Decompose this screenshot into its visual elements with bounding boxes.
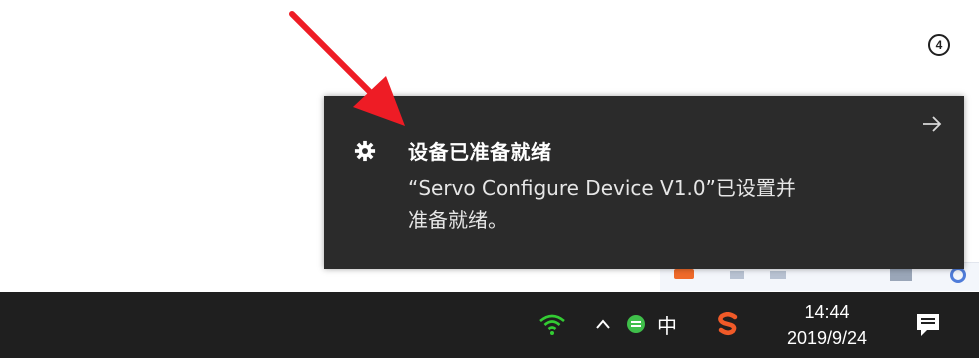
gear-icon <box>354 140 376 162</box>
background-window-fragment <box>730 271 744 279</box>
notification-body: “Servo Configure Device V1.0”已设置并 准备就绪。 <box>408 172 908 236</box>
taskbar: 中 14:44 2019/9/24 <box>0 292 979 358</box>
background-window-fragment <box>770 271 786 279</box>
action-center-icon[interactable] <box>914 310 946 342</box>
background-window-fragment <box>950 267 966 283</box>
clock-date: 2019/9/24 <box>786 328 868 348</box>
wifi-icon[interactable] <box>536 310 568 338</box>
chevron-up-icon[interactable] <box>592 310 614 338</box>
sogou-icon[interactable] <box>715 310 741 338</box>
arrow-right-icon[interactable] <box>922 116 942 132</box>
desktop-screen: 设备已准备就绪 “Servo Configure Device V1.0”已设置… <box>0 0 979 358</box>
background-window-fragment <box>890 269 912 281</box>
taskbar-clock[interactable]: 14:44 2019/9/24 <box>778 300 876 352</box>
notification-count-badge: 4 <box>928 34 950 56</box>
clock-time: 14:44 <box>804 302 850 322</box>
green-ball-icon[interactable] <box>624 310 648 338</box>
notification-toast[interactable]: 设备已准备就绪 “Servo Configure Device V1.0”已设置… <box>324 96 964 269</box>
notification-title: 设备已准备就绪 <box>408 140 552 164</box>
notification-body-line: 准备就绪。 <box>408 208 508 232</box>
notification-body-line: “Servo Configure Device V1.0”已设置并 <box>408 176 796 200</box>
background-window-fragment <box>674 269 694 279</box>
ime-icon[interactable]: 中 <box>654 310 680 338</box>
